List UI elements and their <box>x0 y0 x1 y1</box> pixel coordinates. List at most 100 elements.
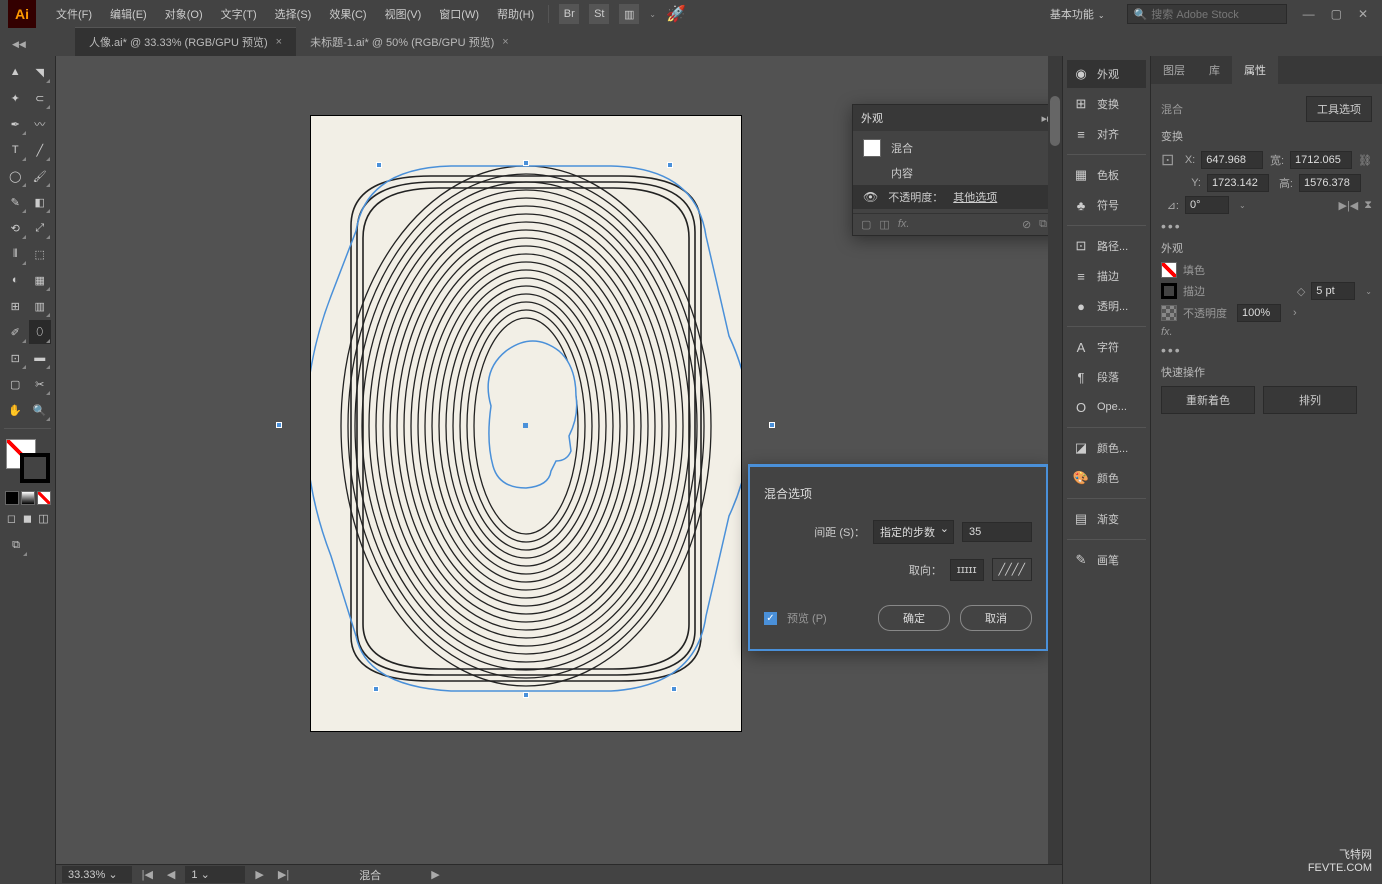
scale-tool[interactable]: ⤢ <box>29 216 52 240</box>
menu-select[interactable]: 选择(S) <box>267 2 320 26</box>
zoom-select[interactable]: 33.33% ⌄ <box>62 866 132 883</box>
appearance-item[interactable]: 内容 <box>853 161 1062 185</box>
opacity-input[interactable] <box>1237 304 1281 322</box>
dock-transform[interactable]: ⊞变换 <box>1067 90 1146 118</box>
rotate-tool[interactable]: ⟲ <box>4 216 27 240</box>
flip-v-icon[interactable]: ⧗ <box>1364 199 1372 212</box>
x-input[interactable] <box>1201 151 1263 169</box>
dock-color-guide[interactable]: ◪颜色... <box>1067 434 1146 462</box>
color-mode[interactable] <box>5 491 19 505</box>
eraser-tool[interactable]: ◧ <box>29 190 52 214</box>
doc-tab-2[interactable]: 未标题-1.ai* @ 50% (RGB/GPU 预览)× <box>296 28 523 56</box>
magic-wand-tool[interactable]: ✦ <box>4 86 27 110</box>
mesh-tool[interactable]: ⊞ <box>4 294 27 318</box>
draw-normal[interactable]: ◻ <box>5 511 19 525</box>
graph-tool[interactable]: ▬ <box>29 346 52 370</box>
align-to-page-button[interactable]: ɪɪɪɪɪ <box>950 559 984 581</box>
artboard-nav[interactable]: 1 ⌄ <box>185 866 245 883</box>
fill-swatch[interactable] <box>1161 262 1177 278</box>
line-tool[interactable]: ╱ <box>29 138 52 162</box>
y-input[interactable] <box>1207 174 1269 192</box>
width-tool[interactable]: ⫴ <box>4 242 27 266</box>
flip-h-icon[interactable]: ▶|◀ <box>1338 199 1358 212</box>
ok-button[interactable]: 确定 <box>878 605 950 631</box>
dock-swatches[interactable]: ▦色板 <box>1067 161 1146 189</box>
direct-selection-tool[interactable]: ◥ <box>29 60 52 84</box>
screen-mode[interactable]: ⧉ <box>4 533 28 557</box>
menu-edit[interactable]: 编辑(E) <box>102 2 155 26</box>
panel-header[interactable]: 外观 ▸▸ ≡ <box>853 105 1062 131</box>
hand-tool[interactable]: ✋ <box>4 398 27 422</box>
dock-transparency[interactable]: ●透明... <box>1067 292 1146 320</box>
tab-layers[interactable]: 图层 <box>1151 56 1197 84</box>
artboard-tool[interactable]: ▢ <box>4 372 27 396</box>
menu-help[interactable]: 帮助(H) <box>489 2 542 26</box>
add-effect-icon[interactable]: fx. <box>898 218 910 231</box>
spacing-value-input[interactable] <box>962 522 1032 542</box>
last-artboard-icon[interactable]: ▶| <box>274 868 293 881</box>
more-options-icon[interactable]: ••• <box>1161 342 1372 358</box>
new-stroke-icon[interactable]: ▢ <box>861 218 871 231</box>
curvature-tool[interactable]: 〰 <box>29 112 52 136</box>
gradient-tool[interactable]: ▥ <box>29 294 52 318</box>
tab-properties[interactable]: 属性 <box>1232 56 1278 84</box>
dock-brushes[interactable]: ✎画笔 <box>1067 546 1146 574</box>
arrange-button[interactable]: 排列 <box>1263 386 1357 414</box>
gpu-rocket-icon[interactable]: 🚀 <box>666 4 686 24</box>
blend-tool[interactable]: ⬯ <box>29 320 52 344</box>
dock-character[interactable]: A字符 <box>1067 333 1146 361</box>
menu-type[interactable]: 文字(T) <box>213 2 265 26</box>
close-button[interactable]: ✕ <box>1358 7 1368 21</box>
preview-checkbox[interactable]: ✓ <box>764 612 777 625</box>
rotate-input[interactable] <box>1185 196 1229 214</box>
arrange-docs-icon[interactable]: ▥ <box>619 4 639 24</box>
menu-window[interactable]: 窗口(W) <box>431 2 487 26</box>
menu-effect[interactable]: 效果(C) <box>321 2 374 26</box>
width-input[interactable] <box>1290 151 1352 169</box>
first-artboard-icon[interactable]: |◀ <box>138 868 157 881</box>
slice-tool[interactable]: ✂ <box>29 372 52 396</box>
doc-tab-1[interactable]: 人像.ai* @ 33.33% (RGB/GPU 预览)× <box>75 27 296 56</box>
rectangle-tool[interactable]: ◯ <box>4 164 27 188</box>
stock-icon[interactable]: St <box>589 4 609 24</box>
stroke-width-input[interactable] <box>1311 282 1355 300</box>
stroke-swatch[interactable] <box>1161 283 1177 299</box>
dock-pathfinder[interactable]: ⊡路径... <box>1067 232 1146 260</box>
dock-paragraph[interactable]: ¶段落 <box>1067 363 1146 391</box>
appearance-item[interactable]: 混合 <box>853 135 1062 161</box>
spacing-mode-select[interactable]: 指定的步数 <box>873 520 954 544</box>
draw-inside[interactable]: ◫ <box>37 511 51 525</box>
fill-stroke-swatch[interactable] <box>6 439 50 483</box>
cancel-button[interactable]: 取消 <box>960 605 1032 631</box>
height-input[interactable] <box>1299 174 1361 192</box>
lasso-tool[interactable]: ⊂ <box>29 86 52 110</box>
type-tool[interactable]: T <box>4 138 27 162</box>
minimize-button[interactable]: — <box>1303 7 1315 21</box>
tab-libraries[interactable]: 库 <box>1197 56 1232 84</box>
dock-gradient[interactable]: ▤渐变 <box>1067 505 1146 533</box>
pen-tool[interactable]: ✒ <box>4 112 27 136</box>
prev-artboard-icon[interactable]: ◀ <box>163 868 179 881</box>
dock-opentype[interactable]: OOpe... <box>1067 393 1146 421</box>
align-to-path-button[interactable]: ╱╱╱╱ <box>992 558 1033 581</box>
close-icon[interactable]: × <box>502 36 508 48</box>
dock-align[interactable]: ≡对齐 <box>1067 120 1146 148</box>
link-icon[interactable]: ⛓ <box>1358 154 1372 167</box>
none-mode[interactable] <box>37 491 51 505</box>
perspective-tool[interactable]: ▦ <box>29 268 52 292</box>
new-fill-icon[interactable]: ◫ <box>879 218 889 231</box>
appearance-item[interactable]: 👁不透明度：其他选项 <box>853 185 1062 209</box>
free-transform-tool[interactable]: ⬚ <box>29 242 52 266</box>
shape-builder-tool[interactable]: ◐ <box>4 268 27 292</box>
canvas[interactable]: 外观 ▸▸ ≡ 混合 内容 👁不透明度：其他选项 ▢ ◫ fx. ⊘ ⧉ 🗑 <box>56 56 1062 884</box>
shaper-tool[interactable]: ✎ <box>4 190 27 214</box>
close-icon[interactable]: × <box>276 36 282 48</box>
menu-file[interactable]: 文件(F) <box>48 2 100 26</box>
fx-button[interactable]: fx. <box>1161 326 1173 338</box>
reference-point-icon[interactable]: ⊡ <box>1161 150 1174 170</box>
dock-color[interactable]: 🎨颜色 <box>1067 464 1146 492</box>
dock-appearance[interactable]: ◉外观 <box>1067 60 1146 88</box>
tool-options-button[interactable]: 工具选项 <box>1306 96 1372 122</box>
gradient-mode[interactable] <box>21 491 35 505</box>
next-artboard-icon[interactable]: ▶ <box>251 868 267 881</box>
